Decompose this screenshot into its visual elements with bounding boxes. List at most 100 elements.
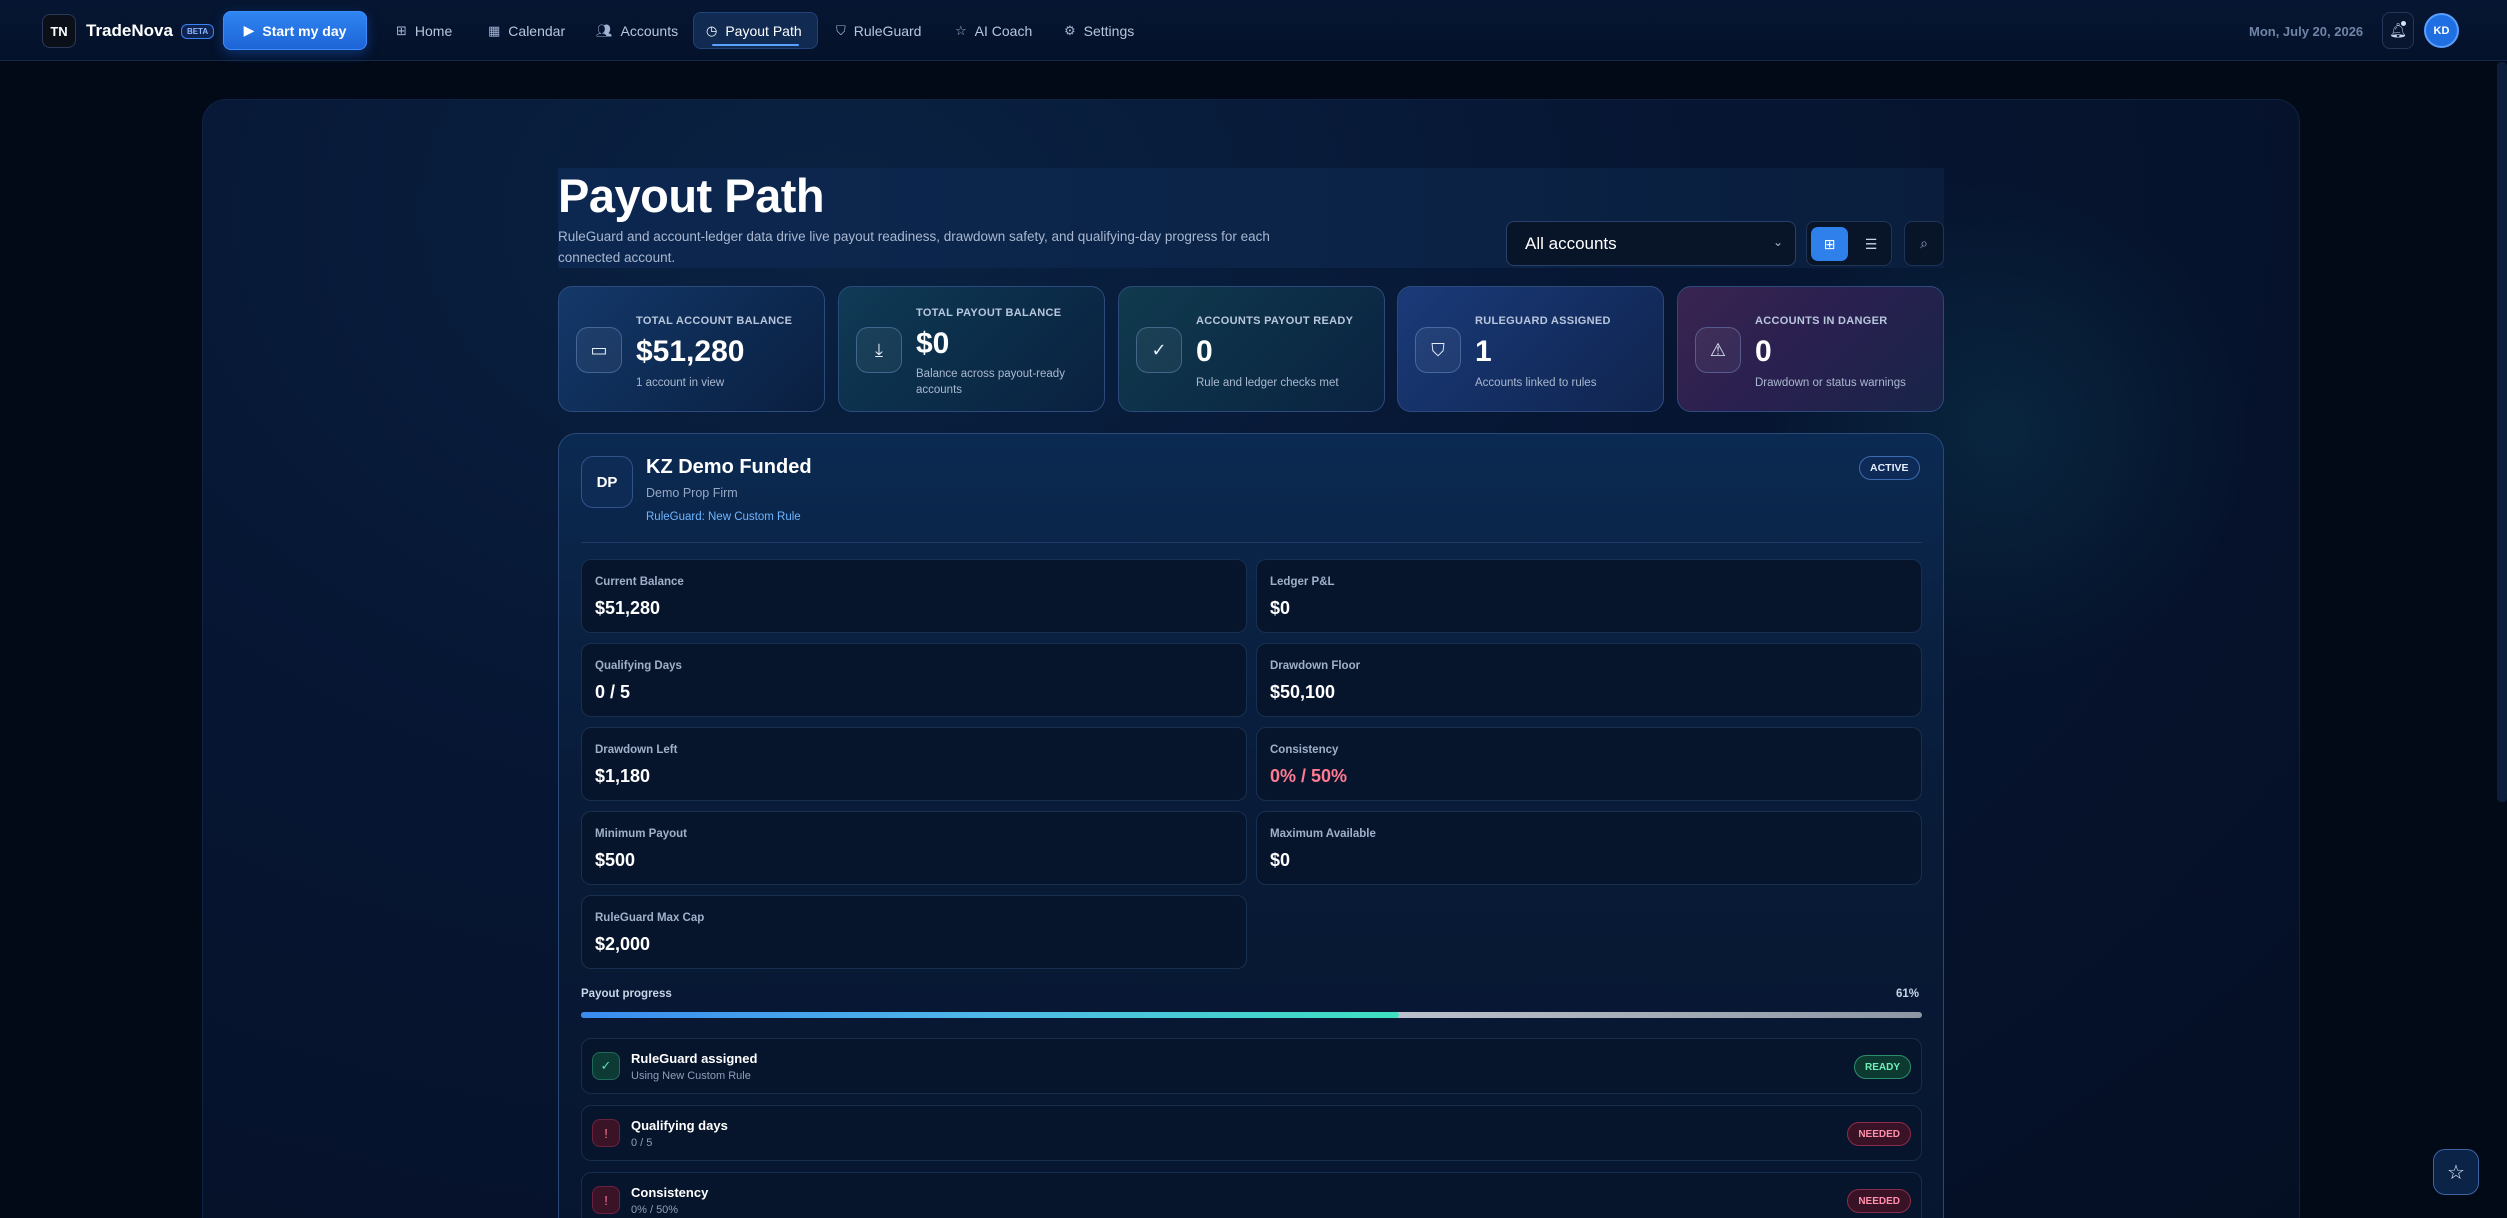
metric-consistency: Consistency 0% / 50% bbox=[1256, 727, 1922, 801]
user-avatar[interactable]: KD bbox=[2424, 13, 2459, 48]
check-subtitle: Using New Custom Rule bbox=[631, 1070, 751, 1082]
stat-card-accounts-payout-ready: ✓ ACCOUNTS PAYOUT READY 0 Rule and ledge… bbox=[1118, 286, 1385, 412]
ready-badge: READY bbox=[1853, 1055, 1911, 1079]
account-name: KZ Demo Funded bbox=[646, 456, 812, 478]
brand-name: TradeNova bbox=[86, 21, 173, 40]
ai-coach-fab-button[interactable]: ☆ bbox=[2433, 1149, 2479, 1195]
account-filter-value: All accounts bbox=[1525, 233, 1617, 253]
stat-label: RULEGUARD ASSIGNED bbox=[1475, 315, 1611, 327]
check-circle-icon: ✓ bbox=[1136, 327, 1182, 373]
nav-accounts-label: Accounts bbox=[620, 22, 679, 39]
alert-circle-icon: ! bbox=[592, 1186, 620, 1214]
view-toggle: ⊞ ☰ bbox=[1806, 221, 1892, 266]
nav-ruleguard[interactable]: ⛉ RuleGuard bbox=[824, 12, 933, 49]
clock-icon: ◷ bbox=[706, 22, 718, 38]
nav-ruleguard-label: RuleGuard bbox=[853, 22, 922, 39]
check-subtitle: 0 / 5 bbox=[631, 1137, 653, 1149]
metric-value: 0 / 5 bbox=[595, 682, 631, 702]
metric-value: $0 bbox=[1270, 850, 1291, 870]
metric-label: Drawdown Floor bbox=[1270, 660, 1361, 672]
nav-settings[interactable]: ⚙ Settings bbox=[1052, 12, 1146, 49]
stat-label: ACCOUNTS IN DANGER bbox=[1755, 315, 1888, 327]
metric-ledger-pnl: Ledger P&L $0 bbox=[1256, 559, 1922, 633]
stat-card-ruleguard-assigned: ⛉ RULEGUARD ASSIGNED 1 Accounts linked t… bbox=[1397, 286, 1664, 412]
stat-value: $0 bbox=[916, 327, 950, 360]
nav-settings-label: Settings bbox=[1083, 22, 1135, 39]
check-subtitle: 0% / 50% bbox=[631, 1204, 679, 1216]
needed-badge: NEEDED bbox=[1847, 1189, 1911, 1213]
nav-payout-path-label: Payout Path bbox=[725, 22, 802, 39]
home-icon: ⊞ bbox=[396, 22, 407, 38]
check-title: Qualifying days bbox=[631, 1118, 728, 1133]
metric-value: $50,100 bbox=[1270, 682, 1336, 702]
brand[interactable]: TN TradeNova BETA bbox=[42, 14, 215, 48]
beta-badge: BETA bbox=[180, 23, 215, 39]
payout-progress-bar bbox=[581, 1012, 1922, 1018]
stat-note: Rule and ledger checks met bbox=[1196, 377, 1339, 389]
stat-note: Balance across payout-ready accounts bbox=[916, 368, 1065, 396]
stat-card-total-payout-balance: ⤓ TOTAL PAYOUT BALANCE $0 Balance across… bbox=[838, 286, 1105, 412]
metric-label: Consistency bbox=[1270, 744, 1339, 756]
metric-current-balance: Current Balance $51,280 bbox=[581, 559, 1247, 633]
chevron-down-icon: ⌄ bbox=[1772, 235, 1783, 249]
account-card: DP KZ Demo Funded Demo Prop Firm RuleGua… bbox=[558, 433, 1944, 1218]
nav-ai-coach[interactable]: ☆ AI Coach bbox=[943, 12, 1044, 49]
warning-icon: ⚠ bbox=[1695, 327, 1741, 373]
stat-value: 1 bbox=[1475, 335, 1492, 368]
metric-label: Maximum Available bbox=[1270, 828, 1376, 840]
star-icon: ☆ bbox=[2447, 1161, 2465, 1184]
search-button[interactable]: ⌕ bbox=[1904, 221, 1944, 266]
stat-label: ACCOUNTS PAYOUT READY bbox=[1196, 315, 1354, 327]
star-icon: ☆ bbox=[955, 22, 967, 38]
metric-value: $2,000 bbox=[595, 934, 651, 954]
start-my-day-button[interactable]: ▶ Start my day bbox=[223, 11, 367, 50]
notification-dot bbox=[2401, 21, 2406, 26]
download-icon: ⤓ bbox=[856, 327, 902, 373]
divider bbox=[581, 542, 1922, 543]
nav-accounts[interactable]: 👥︎ Accounts bbox=[584, 12, 690, 49]
grid-view-button[interactable]: ⊞ bbox=[1811, 227, 1848, 261]
search-icon: ⌕ bbox=[1920, 235, 1928, 251]
check-row-ruleguard-assigned: ✓ RuleGuard assigned Using New Custom Ru… bbox=[581, 1038, 1922, 1094]
metric-drawdown-left: Drawdown Left $1,180 bbox=[581, 727, 1247, 801]
shield-check-icon: ⛉ bbox=[1415, 327, 1461, 373]
stat-value: $51,280 bbox=[636, 335, 745, 368]
shield-icon: ⛉ bbox=[836, 22, 846, 38]
nav-home[interactable]: ⊞ Home bbox=[384, 12, 464, 49]
metric-label: Ledger P&L bbox=[1270, 576, 1335, 588]
metric-minimum-payout: Minimum Payout $500 bbox=[581, 811, 1247, 885]
users-icon: 👥︎ bbox=[596, 22, 613, 38]
page-scrollbar[interactable] bbox=[2497, 62, 2507, 802]
play-icon: ▶ bbox=[243, 22, 255, 38]
top-navigation-bar: TN TradeNova BETA ▶ Start my day ⊞ Home … bbox=[0, 0, 2507, 61]
metric-label: Minimum Payout bbox=[595, 828, 688, 840]
account-filter-select[interactable]: All accounts ⌄ bbox=[1506, 221, 1796, 266]
metric-label: RuleGuard Max Cap bbox=[595, 912, 705, 924]
check-title: RuleGuard assigned bbox=[631, 1051, 758, 1066]
metric-value: $0 bbox=[1270, 598, 1291, 618]
stat-note: Accounts linked to rules bbox=[1475, 377, 1597, 389]
needed-badge: NEEDED bbox=[1847, 1122, 1911, 1146]
list-view-button[interactable]: ☰ bbox=[1854, 227, 1888, 261]
metric-value: $1,180 bbox=[595, 766, 651, 786]
check-row-consistency: ! Consistency 0% / 50% NEEDED bbox=[581, 1172, 1922, 1218]
payout-progress-percent: 61% bbox=[1896, 988, 1920, 1000]
nav-calendar[interactable]: ▦ Calendar bbox=[476, 12, 577, 49]
metric-ruleguard-max-cap: RuleGuard Max Cap $2,000 bbox=[581, 895, 1247, 969]
notifications-button[interactable]: 🔔︎ bbox=[2382, 12, 2414, 49]
metric-maximum-available: Maximum Available $0 bbox=[1256, 811, 1922, 885]
stat-value: 0 bbox=[1755, 335, 1772, 368]
page-title: Payout Path bbox=[558, 169, 825, 222]
alert-circle-icon: ! bbox=[592, 1119, 620, 1147]
account-ruleguard-link[interactable]: RuleGuard: New Custom Rule bbox=[646, 511, 801, 523]
nav-ai-coach-label: AI Coach bbox=[974, 22, 1033, 39]
metric-label: Current Balance bbox=[595, 576, 684, 588]
calendar-icon: ▦ bbox=[488, 22, 501, 38]
gear-icon: ⚙ bbox=[1064, 22, 1076, 38]
metric-qualifying-days: Qualifying Days 0 / 5 bbox=[581, 643, 1247, 717]
brand-logo: TN bbox=[42, 14, 76, 48]
check-row-qualifying-days: ! Qualifying days 0 / 5 NEEDED bbox=[581, 1105, 1922, 1161]
wallet-icon: ▭ bbox=[576, 327, 622, 373]
check-title: Consistency bbox=[631, 1185, 709, 1200]
nav-payout-path[interactable]: ◷ Payout Path bbox=[693, 12, 818, 49]
